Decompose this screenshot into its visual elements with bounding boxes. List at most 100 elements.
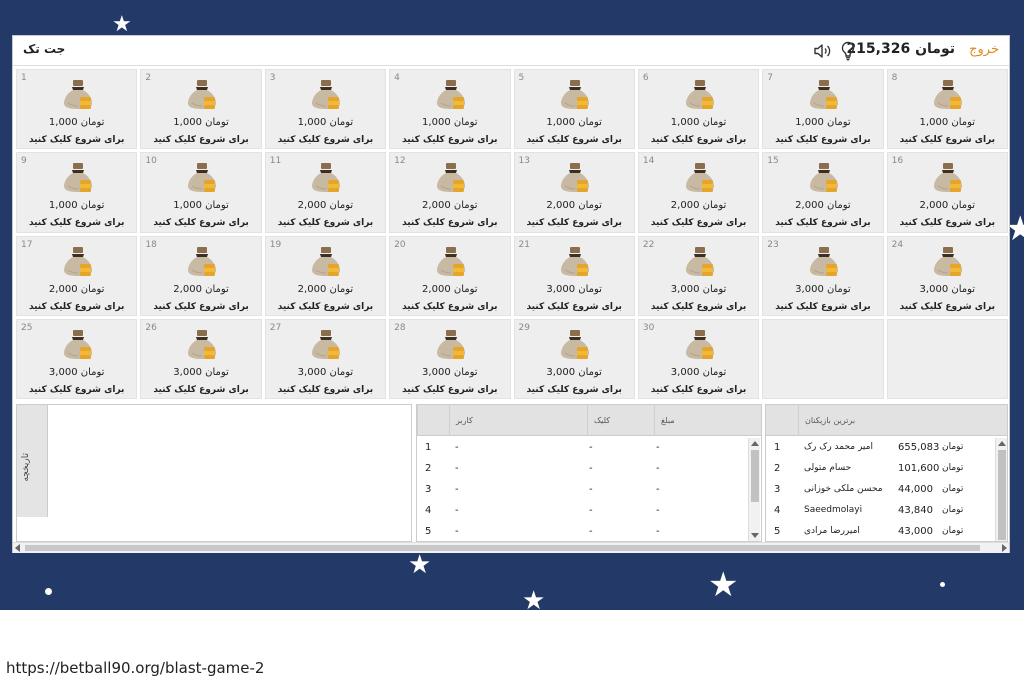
money-bag-icon (185, 244, 219, 278)
cell-number: 21 (518, 239, 530, 250)
cell-prize-unit: تومان (702, 366, 727, 378)
prize-cell[interactable]: 3 تومان 1,000 برای شروع کلیک کنید (264, 69, 387, 150)
cell-start-label: برای شروع کلیک کنید (153, 218, 249, 229)
cell-prize-amount: تومان 1,000 (888, 117, 1007, 128)
row-rank: 1 (774, 442, 781, 453)
cell-prize-amount: تومان 2,000 (515, 200, 634, 211)
player-name: امیر محمد رک رک (804, 442, 873, 452)
table-row: 5 - - - (417, 522, 747, 541)
money-bag-icon (309, 327, 343, 361)
prize-cell[interactable]: 13 تومان 2,000 برای شروع کلیک کنید (513, 152, 635, 233)
scroll-right-icon[interactable] (1002, 544, 1007, 552)
prize-cell[interactable]: 11 تومان 2,000 برای شروع کلیک کنید (264, 152, 387, 233)
cell-number: 6 (642, 73, 649, 83)
cell-prize-unit: تومان (329, 117, 354, 128)
cell-prize-unit: تومان (702, 200, 727, 212)
cell-prize-value: 1,000 (422, 117, 451, 128)
row-user: - (455, 442, 459, 453)
prize-cell[interactable]: 7 تومان 1,000 برای شروع کلیک کنید (762, 69, 884, 150)
prize-cell[interactable]: 29 تومان 3,000 برای شروع کلیک کنید (513, 318, 635, 399)
prize-cell[interactable]: 8 تومان 1,000 برای شروع کلیک کنید (886, 69, 1008, 150)
scroll-down-icon[interactable] (751, 533, 759, 538)
cell-start-label: برای شروع کلیک کنید (775, 135, 871, 145)
horizontal-scrollbar[interactable] (13, 542, 1009, 553)
cell-prize-value: 2,000 (670, 200, 700, 212)
cell-prize-unit: تومان (205, 366, 229, 378)
cell-number: 5 (518, 73, 525, 83)
top-players-scrollbar[interactable] (995, 438, 1007, 541)
cell-prize-unit: تومان (951, 117, 976, 128)
prize-cell[interactable]: 16 تومان 2,000 برای شروع کلیک کنید (886, 152, 1008, 233)
prize-cell[interactable]: 10 تومان 1,000 برای شروع کلیک کنید (140, 152, 262, 233)
cell-start-label: برای شروع کلیک کنید (650, 301, 747, 312)
cell-prize-value: 1,000 (173, 200, 202, 212)
cell-prize-amount: تومان 3,000 (515, 284, 634, 295)
cell-prize-unit: تومان (329, 366, 354, 378)
prize-cell[interactable]: 19 تومان 2,000 برای شروع کلیک کنید (264, 235, 387, 316)
row-rank: 3 (425, 484, 432, 495)
money-bag-icon (558, 244, 592, 278)
prize-cell[interactable]: 15 تومان 2,000 برای شروع کلیک کنید (762, 152, 884, 233)
prize-cell[interactable]: 28 تومان 3,000 برای شروع کلیک کنید (389, 318, 511, 399)
prize-cell[interactable]: 5 تومان 1,000 برای شروع کلیک کنید (513, 69, 635, 150)
prize-cell[interactable]: 2 تومان 1,000 برای شروع کلیک کنید (140, 69, 262, 150)
prize-cell[interactable]: 18 تومان 2,000 برای شروع کلیک کنید (140, 235, 262, 316)
money-bag-icon (683, 77, 717, 111)
history-tab[interactable]: تاریخچه (17, 405, 48, 517)
prize-cell[interactable]: 27 تومان 3,000 برای شروع کلیک کنید (264, 318, 387, 399)
money-bag-icon (558, 327, 592, 361)
prize-cell[interactable]: 23 تومان 3,000 برای شروع کلیک کنید (762, 235, 884, 316)
cell-prize-unit: تومان (329, 200, 354, 212)
scroll-thumb[interactable] (25, 545, 980, 551)
cell-prize-unit: تومان (453, 117, 478, 128)
scroll-left-icon[interactable] (15, 544, 20, 552)
prize-cell[interactable]: 25 تومان 3,000 برای شروع کلیک کنید (16, 318, 138, 399)
prize-cell[interactable]: 24 تومان 3,000 برای شروع کلیک کنید (886, 235, 1008, 316)
exit-link[interactable]: خروج (969, 42, 999, 57)
row-amount: - (656, 484, 660, 495)
balance-amount: 215,326 (846, 41, 911, 57)
row-user: - (455, 463, 459, 474)
prize-cell[interactable]: 30 تومان 3,000 برای شروع کلیک کنید (637, 318, 760, 399)
cell-start-label: برای شروع کلیک کنید (402, 218, 498, 229)
cell-prize-amount: تومان 3,000 (266, 367, 385, 378)
cell-prize-value: 3,000 (48, 366, 78, 378)
cell-number: 9 (21, 156, 27, 167)
prize-cell[interactable]: 17 تومان 2,000 برای شروع کلیک کنید (16, 235, 138, 316)
prize-cell[interactable]: 22 تومان 3,000 برای شروع کلیک کنید (637, 235, 760, 316)
cell-prize-unit: تومان (578, 366, 602, 378)
cell-prize-amount: تومان 3,000 (763, 284, 882, 295)
cell-prize-amount: تومان 3,000 (141, 367, 260, 378)
prize-cell[interactable]: 6 تومان 1,000 برای شروع کلیک کنید (637, 69, 760, 150)
prize-cell[interactable]: 9 تومان 1,000 برای شروع کلیک کنید (16, 152, 138, 233)
player-amount-unit: تومان (942, 505, 964, 515)
cell-prize-unit: تومان (80, 200, 105, 212)
game-title: جت تک (23, 42, 66, 56)
speaker-icon[interactable] (813, 43, 833, 59)
cell-number: 15 (767, 156, 779, 167)
cell-prize-unit: تومان (80, 283, 105, 295)
scroll-up-icon[interactable] (751, 441, 759, 446)
money-bag-icon (185, 77, 219, 111)
prize-cell[interactable]: 14 تومان 2,000 برای شروع کلیک کنید (637, 152, 760, 233)
prize-grid: 1 تومان 1,000 برای شروع کلیک کنید 2 تومان 1,… (16, 69, 1008, 399)
scroll-thumb[interactable] (751, 450, 759, 502)
prize-cell[interactable]: 1 تومان 1,000 برای شروع کلیک کنید (16, 69, 138, 150)
lightbulb-icon[interactable] (840, 41, 856, 61)
row-amount: - (656, 442, 660, 453)
scroll-up-icon[interactable] (998, 441, 1006, 446)
money-bag-icon (931, 244, 965, 278)
column-header-user: کاربر (449, 405, 587, 436)
prize-cell[interactable]: 4 تومان 1,000 برای شروع کلیک کنید (389, 69, 511, 150)
history-tab-label: تاریخچه (21, 453, 31, 482)
prize-cell[interactable]: 26 تومان 3,000 برای شروع کلیک کنید (140, 318, 262, 399)
recent-scrollbar[interactable] (748, 438, 760, 541)
cell-prize-value: 2,000 (297, 283, 327, 295)
row-clicks: - (589, 484, 593, 495)
prize-cell[interactable]: 20 تومان 2,000 برای شروع کلیک کنید (389, 235, 511, 316)
player-name: حسام متولی (804, 463, 852, 473)
scroll-thumb[interactable] (998, 450, 1006, 540)
cell-number: 17 (21, 239, 33, 250)
prize-cell[interactable]: 12 تومان 2,000 برای شروع کلیک کنید (389, 152, 511, 233)
prize-cell[interactable]: 21 تومان 3,000 برای شروع کلیک کنید (513, 235, 635, 316)
